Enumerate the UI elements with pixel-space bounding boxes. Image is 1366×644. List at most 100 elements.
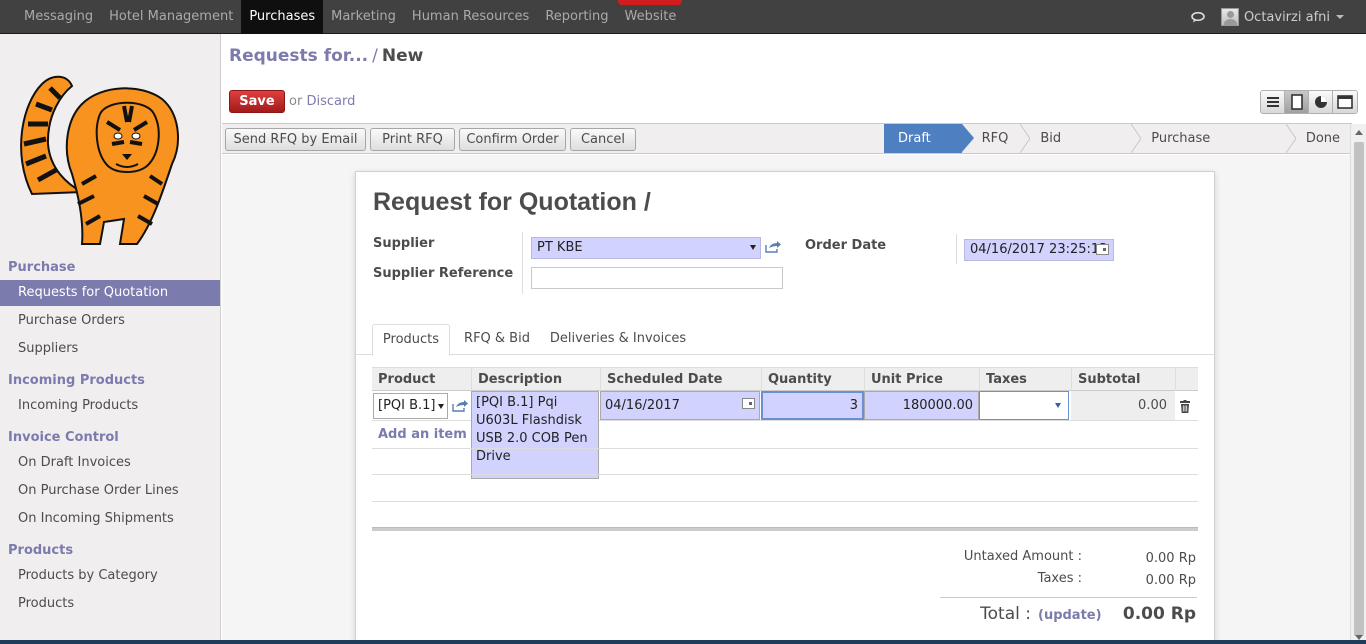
quantity-input[interactable]: 3 <box>761 391 864 420</box>
menu-purchases[interactable]: Purchases <box>241 0 324 34</box>
order-date-label: Order Date <box>805 238 887 253</box>
menu-marketing[interactable]: Marketing <box>323 0 404 34</box>
chat-icon[interactable] <box>1191 11 1205 23</box>
sidebar-section-invoice-control: Invoice Control <box>8 430 119 445</box>
stage-done[interactable]: Done <box>1286 124 1352 153</box>
untaxed-amount-value: 0.00 Rp <box>1145 551 1196 566</box>
menu-human-resources[interactable]: Human Resources <box>404 0 537 34</box>
supplier-reference-input[interactable] <box>531 267 783 289</box>
send-rfq-by-email-button[interactable]: Send RFQ by Email <box>225 128 366 151</box>
breadcrumb-separator: / <box>372 46 378 66</box>
order-date-field[interactable]: 04/16/2017 23:25:13 <box>964 239 1114 261</box>
sidebar-item-purchase-orders[interactable]: Purchase Orders <box>0 308 220 334</box>
breadcrumb-parent[interactable]: Requests for... <box>229 46 368 66</box>
menu-reporting[interactable]: Reporting <box>537 0 616 34</box>
main-menu: Messaging Hotel Management Purchases Mar… <box>16 0 684 34</box>
subtotal-cell: 0.00 <box>1071 391 1175 420</box>
calendar-icon[interactable] <box>742 398 755 409</box>
scheduled-date-field[interactable]: 04/16/2017 <box>600 391 760 420</box>
add-item-link[interactable]: Add an item <box>378 427 467 442</box>
scrollbar[interactable] <box>1350 124 1366 644</box>
user-name[interactable]: Octavirzi afni <box>1244 10 1330 25</box>
user-area: Octavirzi afni <box>1191 0 1344 34</box>
row-divider <box>372 501 1198 502</box>
scroll-thumb[interactable] <box>1354 142 1364 636</box>
external-link-icon[interactable] <box>765 241 781 253</box>
list-view-icon[interactable] <box>1261 91 1285 113</box>
tab-deliveries-invoices[interactable]: Deliveries & Invoices <box>546 324 690 355</box>
sidebar-item-requests-for-quotation[interactable]: Requests for Quotation <box>0 280 220 306</box>
field-divider <box>956 234 957 264</box>
scroll-up-icon[interactable] <box>1355 130 1363 135</box>
taxes-label: Taxes : <box>1037 571 1082 586</box>
taskbar-strip <box>0 640 1366 644</box>
avatar[interactable] <box>1220 8 1239 26</box>
sidebar: Purchase Requests for Quotation Purchase… <box>0 34 221 644</box>
confirm-order-button[interactable]: Confirm Order <box>459 128 566 151</box>
table-header: Product Description Scheduled Date Quant… <box>372 367 1198 391</box>
dropdown-arrow-icon[interactable] <box>750 245 756 250</box>
totals-divider <box>940 597 1197 598</box>
sidebar-item-suppliers[interactable]: Suppliers <box>0 336 220 362</box>
sidebar-item-on-draft-invoices[interactable]: On Draft Invoices <box>0 450 220 476</box>
supplier-select[interactable]: PT KBE <box>531 237 761 259</box>
stage-bid-received[interactable]: Bid Received <box>1020 124 1142 175</box>
form-view-icon[interactable] <box>1285 91 1309 113</box>
description-textarea[interactable]: [PQI B.1] Pqi U603L Flashdisk USB 2.0 CO… <box>471 391 599 479</box>
print-rfq-button[interactable]: Print RFQ <box>370 128 455 151</box>
taxes-select[interactable] <box>979 391 1069 420</box>
or-label: or <box>289 94 303 109</box>
untaxed-amount-label: Untaxed Amount : <box>963 549 1082 564</box>
sidebar-item-on-purchase-order-lines[interactable]: On Purchase Order Lines <box>0 478 220 504</box>
col-description: Description <box>471 368 599 391</box>
subtotal-value: 0.00 <box>1138 398 1167 413</box>
calendar-icon[interactable] <box>1096 244 1109 255</box>
order-date-value: 04/16/2017 23:25:13 <box>970 242 1108 257</box>
stage-purchase-confirmed[interactable]: Purchase Confirmed <box>1131 124 1296 175</box>
taxes-value: 0.00 Rp <box>1145 573 1196 588</box>
product-value: [PQI B.1] <box>378 398 436 413</box>
form-sheet: Request for Quotation / Supplier Supplie… <box>355 171 1215 644</box>
menu-hotel-management[interactable]: Hotel Management <box>101 0 241 34</box>
sidebar-item-incoming-products[interactable]: Incoming Products <box>0 393 220 419</box>
top-navbar: Messaging Hotel Management Purchases Mar… <box>0 0 1366 34</box>
graph-view-icon[interactable] <box>1309 91 1333 113</box>
external-link-icon[interactable] <box>452 400 468 412</box>
stage-rfq-label: RFQ <box>981 131 1009 146</box>
notification-tab <box>618 0 682 5</box>
trash-icon[interactable] <box>1180 400 1190 413</box>
dropdown-arrow-icon[interactable] <box>1055 403 1061 408</box>
col-quantity: Quantity <box>761 368 864 391</box>
sidebar-item-products[interactable]: Products <box>0 591 220 617</box>
unit-price-input[interactable]: 180000.00 <box>864 391 979 420</box>
save-button[interactable]: Save <box>229 90 285 113</box>
table-row: [PQI B.1] [PQI B.1] Pqi U603L Flashdisk … <box>372 391 1198 479</box>
total-value: 0.00 Rp <box>1122 604 1196 624</box>
calendar-view-icon[interactable] <box>1333 91 1357 113</box>
product-select[interactable]: [PQI B.1] <box>373 393 448 419</box>
stage-draft-po[interactable]: Draft PO <box>884 124 974 175</box>
supplier-value: PT KBE <box>537 240 583 255</box>
menu-messaging[interactable]: Messaging <box>16 0 101 34</box>
col-product: Product <box>378 372 436 387</box>
col-unit-price: Unit Price <box>864 368 979 391</box>
col-taxes: Taxes <box>979 368 1071 391</box>
breadcrumb: Requests for... / New <box>229 46 423 66</box>
discard-button[interactable]: Discard <box>306 94 355 109</box>
dropdown-arrow-icon[interactable] <box>438 404 444 409</box>
tab-products[interactable]: Products <box>372 324 450 356</box>
total-label: Total : <box>980 604 1031 624</box>
sidebar-item-products-by-category[interactable]: Products by Category <box>0 563 220 589</box>
menu-website[interactable]: Website <box>617 0 685 34</box>
row-divider <box>372 448 1198 449</box>
col-actions <box>1175 368 1198 391</box>
breadcrumb-current: New <box>381 46 424 66</box>
cancel-button[interactable]: Cancel <box>570 128 636 151</box>
tab-rfq-bid[interactable]: RFQ & Bid <box>454 324 540 355</box>
chevron-down-icon[interactable] <box>1336 15 1344 19</box>
field-divider <box>522 232 523 294</box>
tiger-logo <box>20 75 179 245</box>
row-divider <box>372 474 1198 475</box>
status-bar: Send RFQ by Email Print RFQ Confirm Orde… <box>222 123 1352 175</box>
sidebar-item-on-incoming-shipments[interactable]: On Incoming Shipments <box>0 506 220 532</box>
